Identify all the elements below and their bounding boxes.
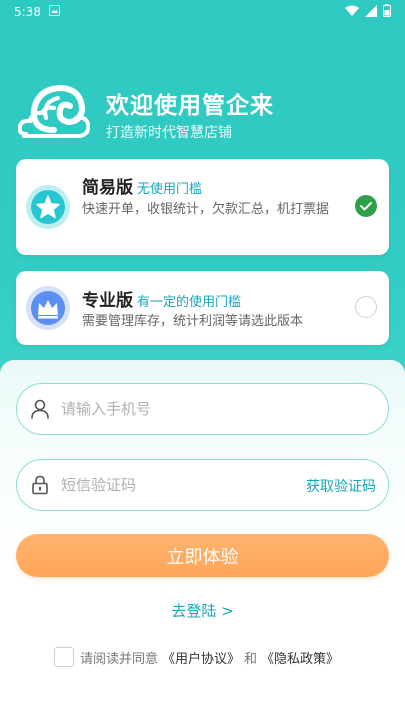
privacy-policy-link[interactable]: 《隐私政策》 bbox=[261, 648, 339, 667]
user-agreement-link[interactable]: 《用户协议》 bbox=[162, 648, 240, 667]
agreement-checkbox[interactable] bbox=[54, 647, 74, 667]
plan-card-professional[interactable]: 专业版 有一定的使用门槛 需要管理库存，统计利润等请选此版本 bbox=[16, 271, 389, 345]
photo-notification-icon bbox=[48, 5, 60, 19]
plan-card-simple[interactable]: 简易版 无使用门槛 快速开单，收银统计，欠款汇总，机打票据 bbox=[16, 159, 389, 255]
get-code-button[interactable]: 获取验证码 bbox=[306, 476, 376, 496]
phone-field bbox=[16, 383, 389, 435]
signal-icon bbox=[365, 4, 377, 20]
agreement-prefix: 请阅读并同意 bbox=[80, 651, 159, 667]
plan-description: 快速开单，收银统计，欠款汇总，机打票据 bbox=[82, 202, 330, 217]
selected-check-icon[interactable] bbox=[355, 195, 377, 217]
go-login-link[interactable]: 去登陆 > bbox=[0, 600, 405, 621]
lock-icon bbox=[29, 474, 51, 496]
plan-tag: 有一定的使用门槛 bbox=[137, 295, 242, 310]
star-badge-icon bbox=[26, 185, 70, 229]
crown-badge-icon bbox=[26, 286, 70, 330]
sms-code-input[interactable] bbox=[61, 460, 301, 510]
plan-title: 简易版 无使用门槛 bbox=[82, 173, 202, 198]
user-icon bbox=[29, 398, 51, 420]
welcome-subtitle: 打造新时代智慧店铺 bbox=[106, 125, 232, 141]
phone-input[interactable] bbox=[61, 384, 301, 434]
agreement-and: 和 bbox=[244, 651, 258, 667]
cloud-logo-icon bbox=[17, 80, 91, 144]
unselected-radio-icon[interactable] bbox=[355, 296, 377, 318]
wifi-icon bbox=[345, 5, 359, 20]
status-bar: 5:38 bbox=[0, 0, 405, 24]
welcome-title: 欢迎使用管企来 bbox=[106, 93, 274, 119]
plan-description: 需要管理库存，统计利润等请选此版本 bbox=[82, 314, 304, 329]
plan-tag: 无使用门槛 bbox=[137, 182, 203, 197]
login-panel: 获取验证码 立即体验 去登陆 > 请阅读并同意《用户协议》和《隐私政策》 bbox=[0, 360, 405, 720]
plan-title: 专业版 有一定的使用门槛 bbox=[82, 286, 241, 311]
sms-code-field: 获取验证码 bbox=[16, 459, 389, 511]
battery-icon bbox=[383, 4, 391, 20]
status-time: 5:38 bbox=[14, 5, 41, 19]
agreement-row: 请阅读并同意 《用户协议》和《隐私政策》 bbox=[54, 647, 339, 667]
plan-name: 专业版 bbox=[82, 291, 133, 311]
hero-header: 欢迎使用管企来 打造新时代智慧店铺 bbox=[17, 80, 398, 150]
try-now-button[interactable]: 立即体验 bbox=[16, 534, 389, 577]
plan-name: 简易版 bbox=[82, 178, 133, 198]
